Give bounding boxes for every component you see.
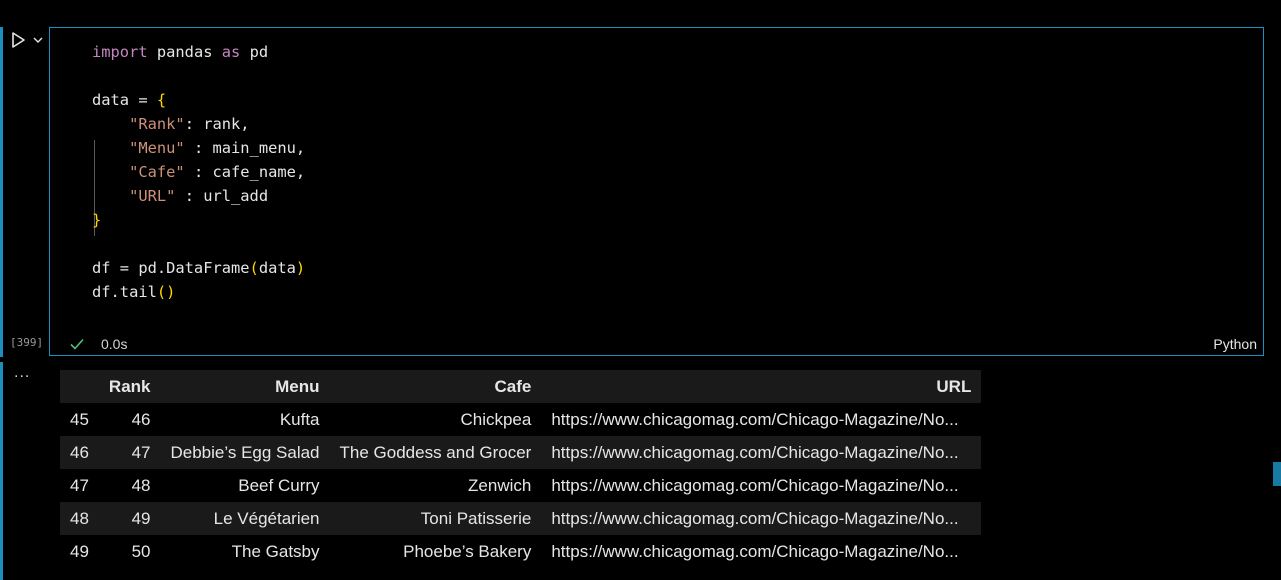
table-row: 49 50 The Gatsby Phoebe’s Bakery https:/… — [60, 535, 982, 568]
url-cell: https://www.chicagomag.com/Chicago-Magaz… — [541, 403, 982, 436]
rank-cell: 47 — [98, 436, 161, 469]
scrollbar-marker[interactable] — [1273, 462, 1281, 486]
url-cell: https://www.chicagomag.com/Chicago-Magaz… — [541, 502, 982, 535]
row-index: 45 — [60, 403, 99, 436]
rank-cell: 48 — [98, 469, 161, 502]
execution-count: [399] — [10, 336, 44, 349]
row-index: 46 — [60, 436, 99, 469]
output-focus-indicator — [0, 362, 3, 580]
code-block[interactable]: import pandas as pd data = { "Rank": ran… — [92, 40, 305, 304]
cell-status-bar: 0.0s Python — [50, 334, 1263, 354]
rank-cell: 46 — [98, 403, 161, 436]
code-line: import pandas as pd — [92, 43, 269, 61]
column-header-index — [60, 370, 99, 403]
cafe-cell: Chickpea — [329, 403, 542, 436]
column-header-menu: Menu — [160, 370, 330, 403]
execution-duration: 0.0s — [101, 336, 128, 352]
chevron-down-icon[interactable] — [31, 33, 45, 47]
code-line: "Rank": rank, — [129, 115, 250, 133]
dataframe-table: Rank Menu Cafe URL 45 46 Kufta Chickpea … — [60, 370, 982, 568]
row-index: 49 — [60, 535, 99, 568]
column-header-rank: Rank — [98, 370, 161, 403]
table-row: 48 49 Le Végétarien Toni Patisserie http… — [60, 502, 982, 535]
check-icon — [70, 338, 84, 350]
table-row: 46 47 Debbie’s Egg Salad The Goddess and… — [60, 436, 982, 469]
code-line: df.tail() — [92, 283, 176, 301]
menu-cell: Beef Curry — [160, 469, 330, 502]
code-line: "Menu" : main_menu, — [129, 139, 306, 157]
code-line: } — [92, 211, 102, 229]
row-index: 48 — [60, 502, 99, 535]
url-cell: https://www.chicagomag.com/Chicago-Magaz… — [541, 535, 982, 568]
code-line: "Cafe" : cafe_name, — [129, 163, 306, 181]
menu-cell: Kufta — [160, 403, 330, 436]
menu-cell: Debbie’s Egg Salad — [160, 436, 330, 469]
column-header-url: URL — [541, 370, 982, 403]
table-row: 47 48 Beef Curry Zenwich https://www.chi… — [60, 469, 982, 502]
menu-cell: Le Végétarien — [160, 502, 330, 535]
row-index: 47 — [60, 469, 99, 502]
menu-cell: The Gatsby — [160, 535, 330, 568]
code-line: "URL" : url_add — [129, 187, 269, 205]
table-row: 45 46 Kufta Chickpea https://www.chicago… — [60, 403, 982, 436]
cell-focus-indicator — [0, 27, 3, 357]
cafe-cell: Toni Patisserie — [329, 502, 542, 535]
output-more-icon[interactable]: ... — [14, 365, 30, 381]
cafe-cell: Zenwich — [329, 469, 542, 502]
code-cell-editor[interactable]: import pandas as pd data = { "Rank": ran… — [49, 27, 1264, 356]
column-header-cafe: Cafe — [329, 370, 542, 403]
table-header-row: Rank Menu Cafe URL — [60, 370, 982, 403]
rank-cell: 50 — [98, 535, 161, 568]
code-line: df = pd.DataFrame(data) — [92, 259, 306, 277]
language-selector[interactable]: Python — [1213, 336, 1257, 352]
code-line: data = { — [92, 91, 167, 109]
rank-cell: 49 — [98, 502, 161, 535]
url-cell: https://www.chicagomag.com/Chicago-Magaz… — [541, 469, 982, 502]
run-cell-icon[interactable] — [9, 31, 27, 49]
cafe-cell: The Goddess and Grocer — [329, 436, 542, 469]
url-cell: https://www.chicagomag.com/Chicago-Magaz… — [541, 436, 982, 469]
cafe-cell: Phoebe’s Bakery — [329, 535, 542, 568]
